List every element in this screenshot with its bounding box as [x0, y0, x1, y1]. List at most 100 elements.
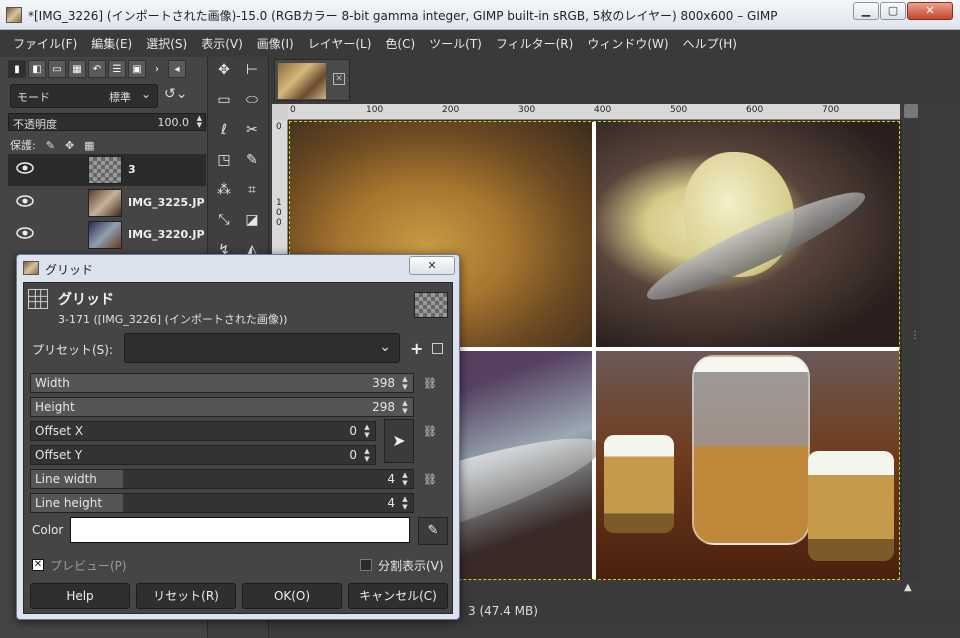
visibility-eye-icon[interactable] — [16, 195, 34, 207]
spin-arrows-icon[interactable]: ▲ ▼ — [399, 495, 411, 511]
chevron-right-icon[interactable]: › — [148, 60, 166, 78]
dock-tab-bar: ▮ ◧ ▭ ▦ ↶ ☰ ▣ › ◂ — [8, 60, 186, 80]
preview-checkbox[interactable]: ✕ — [32, 559, 44, 571]
brushes-tab-icon[interactable]: ☰ — [108, 60, 126, 78]
line-width-field[interactable]: Line width 4 ▲ ▼ — [30, 469, 414, 489]
vertical-scrollbar[interactable]: ⋮ — [904, 120, 920, 580]
spin-arrows-icon[interactable]: ▲ ▼ — [399, 471, 411, 487]
split-view-checkbox[interactable] — [360, 559, 372, 571]
menu-layer[interactable]: レイヤー(L) — [301, 35, 379, 52]
layers-tab-icon[interactable]: ▮ — [8, 60, 26, 78]
chain-link-icon[interactable]: ⛓ — [422, 473, 438, 509]
status-text: 3 (47.4 MB) — [468, 604, 538, 618]
scroll-handle-icon[interactable]: ⋮ — [910, 330, 920, 341]
spin-arrows-icon[interactable]: ▲ ▼ — [361, 423, 373, 439]
menu-image[interactable]: 画像(I) — [250, 35, 301, 52]
menu-help[interactable]: ヘルプ(H) — [676, 35, 744, 52]
foreground-select-icon[interactable]: ◳ — [213, 149, 235, 171]
zoom-icon[interactable] — [904, 104, 918, 118]
spin-arrows-icon[interactable]: ▲ ▼ — [197, 115, 202, 129]
mode-reset-icon[interactable]: ↺⌄ — [164, 86, 187, 102]
window-title: *[IMG_3226] (インポートされた画像)-15.0 (RGBカラー 8-… — [28, 9, 778, 23]
reset-button[interactable]: リセット(R) — [136, 583, 236, 609]
line-height-value: 4 — [387, 496, 395, 510]
align-tool-icon[interactable]: ⊢ — [241, 59, 263, 81]
menu-view[interactable]: 表示(V) — [194, 35, 250, 52]
width-field[interactable]: Width 398 ▲ ▼ — [30, 373, 414, 393]
opacity-field[interactable]: 不透明度 100.0 ▲ ▼ — [8, 113, 206, 131]
spin-arrows-icon[interactable]: ▲ ▼ — [399, 375, 411, 391]
dock-menu-icon[interactable]: ◂ — [168, 60, 186, 78]
free-select-icon[interactable]: ℓ — [213, 119, 235, 141]
add-preset-icon[interactable]: + — [410, 339, 423, 358]
line-height-label: Line height — [35, 496, 103, 510]
chain-link-icon[interactable]: ⛓ — [422, 425, 438, 461]
move-tool-icon[interactable]: ✥ — [213, 59, 235, 81]
lock-position-icon[interactable]: ✥ — [65, 139, 74, 152]
ruler-tick-label: 700 — [822, 105, 840, 115]
offset-x-field[interactable]: Offset X 0 ▲ ▼ — [30, 421, 376, 441]
ok-button[interactable]: OK(O) — [242, 583, 342, 609]
channels-tab-icon[interactable]: ◧ — [28, 60, 46, 78]
visibility-eye-icon[interactable] — [16, 227, 34, 239]
dialog-close-button[interactable]: ✕ — [409, 256, 455, 275]
paths-tab-icon[interactable]: ▭ — [48, 60, 66, 78]
fuzzy-select-icon[interactable]: ⁂ — [213, 179, 235, 201]
menu-tools[interactable]: ツール(T) — [422, 35, 489, 52]
paths-tool-icon[interactable]: ✎ — [241, 149, 263, 171]
images-tab-icon[interactable]: ▣ — [128, 60, 146, 78]
bucket-fill-icon[interactable]: ◪ — [241, 209, 263, 231]
lock-pixels-icon[interactable]: ✎ — [46, 139, 55, 152]
menu-windows[interactable]: ウィンドウ(W) — [580, 35, 675, 52]
visibility-eye-icon[interactable] — [16, 162, 34, 174]
menu-filters[interactable]: フィルター(R) — [489, 35, 580, 52]
layer-thumbnail — [88, 189, 122, 217]
menu-colors[interactable]: 色(C) — [378, 35, 422, 52]
layer-row[interactable]: IMG_3220.JP — [8, 219, 206, 251]
ruler-tick-label: 600 — [746, 105, 764, 115]
rect-select-icon[interactable]: ▭ — [213, 89, 235, 111]
help-button[interactable]: Help — [30, 583, 130, 609]
patterns-tab-icon[interactable]: ▦ — [68, 60, 86, 78]
ruler-tick-label: 500 — [670, 105, 688, 115]
horizontal-ruler[interactable]: 0 100 200 300 400 500 600 700 — [288, 104, 900, 120]
dialog-title-bar[interactable]: グリッド ✕ — [17, 255, 459, 281]
menu-edit[interactable]: 編集(E) — [84, 35, 139, 52]
preset-menu-icon[interactable] — [432, 343, 443, 354]
image-tab[interactable]: ✕ — [274, 59, 350, 101]
scissors-icon[interactable]: ✂ — [241, 119, 263, 141]
line-height-field[interactable]: Line height 4 ▲ ▼ — [30, 493, 414, 513]
minimize-button[interactable]: ▁ — [853, 2, 879, 20]
close-button[interactable]: ✕ — [907, 2, 953, 20]
transform-tool-icon[interactable]: ⤡ — [213, 209, 235, 231]
large-glass-jar — [692, 355, 810, 545]
eyedropper-icon[interactable]: ✎ — [418, 517, 448, 545]
menu-file[interactable]: ファイル(F) — [6, 35, 84, 52]
spin-arrows-icon[interactable]: ▲ ▼ — [399, 399, 411, 415]
pointer-pick-icon[interactable]: ➤ — [384, 419, 414, 463]
layer-thumbnail — [88, 221, 122, 249]
cancel-button[interactable]: キャンセル(C) — [348, 583, 448, 609]
layer-row[interactable]: IMG_3225.JP — [8, 187, 206, 219]
ruler-corner — [272, 104, 288, 120]
lock-alpha-icon[interactable]: ▦ — [84, 139, 94, 152]
height-field[interactable]: Height 298 ▲ ▼ — [30, 397, 414, 417]
close-icon[interactable]: ✕ — [333, 73, 345, 85]
ruler-tick-label: 100 — [366, 105, 384, 115]
color-swatch-button[interactable] — [70, 517, 410, 543]
preset-dropdown[interactable]: ⌄ — [124, 333, 400, 363]
mode-dropdown[interactable]: モード 標準 ⌄ — [10, 84, 158, 108]
menu-select[interactable]: 選択(S) — [139, 35, 194, 52]
crop-tool-icon[interactable]: ⌗ — [241, 179, 263, 201]
undo-tab-icon[interactable]: ↶ — [88, 60, 106, 78]
spin-arrows-icon[interactable]: ▲ ▼ — [361, 447, 373, 463]
maximize-button[interactable]: ▢ — [880, 2, 906, 20]
chain-link-icon[interactable]: ⛓ — [422, 377, 438, 413]
ellipse-select-icon[interactable]: ⬭ — [241, 89, 263, 111]
layer-row[interactable]: 3 — [8, 154, 206, 186]
photo-fruit-on-spoon — [596, 122, 899, 347]
line-width-label: Line width — [35, 472, 97, 486]
ruler-tick-label: 400 — [594, 105, 612, 115]
navigate-icon[interactable]: ▲ — [904, 582, 918, 598]
offset-y-field[interactable]: Offset Y 0 ▲ ▼ — [30, 445, 376, 465]
